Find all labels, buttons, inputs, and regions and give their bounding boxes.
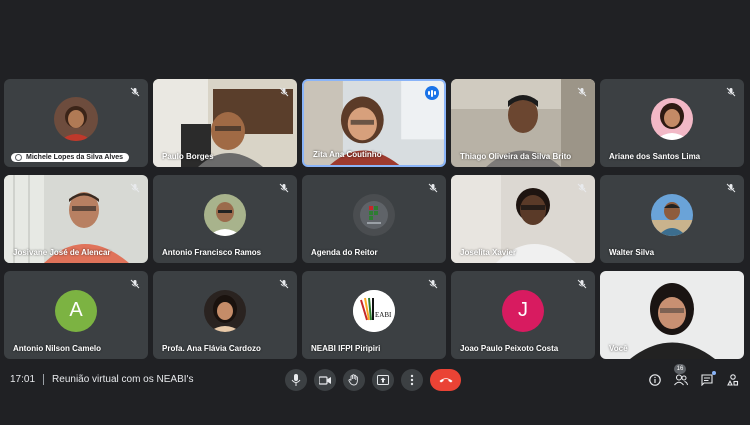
mic-off-icon [279, 87, 289, 97]
participant-tile[interactable]: Michele Lopes da Silva Alves [4, 79, 148, 167]
participant-tile[interactable]: Thiago Oliveira da Silva Brito [451, 79, 595, 167]
raise-hand-button[interactable] [343, 369, 365, 391]
end-call-button[interactable] [430, 369, 461, 391]
participant-name: Ariane dos Santos Lima [609, 152, 701, 161]
participant-tile[interactable]: Joselita Xavier [451, 175, 595, 263]
participant-name: Zita Ana Coutinho [313, 150, 382, 159]
participant-tile[interactable]: A Antonio Nilson Camelo [4, 271, 148, 359]
participant-name: Você [609, 344, 628, 353]
participant-avatar [204, 289, 246, 332]
self-view-tile[interactable]: Você [600, 271, 744, 359]
participant-tile[interactable]: Paulo Borges [153, 79, 297, 167]
present-screen-icon [377, 375, 389, 385]
mic-off-icon [428, 183, 438, 193]
end-call-icon [439, 378, 452, 383]
participant-name: Antonio Francisco Ramos [162, 248, 262, 257]
participant-tile[interactable]: Agenda do Reitor [302, 175, 446, 263]
speaking-indicator-icon [425, 86, 439, 100]
microphone-button[interactable] [285, 369, 307, 391]
participant-tile[interactable]: Josivane José de Alencar [4, 175, 148, 263]
pin-icon [15, 154, 22, 161]
participant-grid: Michele Lopes da Silva Alves Paulo Borge… [4, 79, 746, 359]
mic-off-icon [428, 279, 438, 289]
participant-name: Joao Paulo Peixoto Costa [460, 344, 559, 353]
mic-off-icon [726, 183, 736, 193]
participant-name: Josivane José de Alencar [13, 248, 111, 257]
participant-initial-avatar: A [55, 289, 97, 332]
divider [43, 374, 45, 385]
mic-off-icon [279, 279, 289, 289]
mic-off-icon [279, 183, 289, 193]
meeting-details-button[interactable] [648, 373, 662, 387]
mic-off-icon [577, 87, 587, 97]
participant-tile[interactable]: Ariane dos Santos Lima [600, 79, 744, 167]
present-screen-button[interactable] [372, 369, 394, 391]
mic-off-icon [577, 279, 587, 289]
raise-hand-icon [348, 374, 358, 386]
mic-off-icon [130, 87, 140, 97]
side-panel-controls: 16 [648, 364, 740, 387]
people-button[interactable]: 16 [674, 364, 688, 387]
participant-name-pinned: Michele Lopes da Silva Alves [11, 153, 130, 162]
participant-avatar [651, 193, 693, 236]
activities-icon [727, 374, 739, 386]
participant-avatar [204, 193, 246, 236]
participant-tile[interactable]: EABI NEABI IFPI Piripiri [302, 271, 446, 359]
chat-notification-dot [712, 371, 716, 375]
participant-name: Walter Silva [609, 248, 655, 257]
participant-tile[interactable]: J Joao Paulo Peixoto Costa [451, 271, 595, 359]
meeting-toolbar: 17:01 Reunião virtual com os NEABI's 16 [0, 362, 750, 402]
participant-avatar [54, 96, 98, 141]
participant-avatar-logo [353, 193, 395, 236]
svg-text:EABI: EABI [375, 311, 392, 319]
mic-icon [291, 374, 301, 386]
participant-name: Thiago Oliveira da Silva Brito [460, 152, 572, 161]
participant-tile[interactable]: Profa. Ana Flávia Cardozo [153, 271, 297, 359]
participant-name: Michele Lopes da Silva Alves [26, 154, 124, 161]
participant-avatar [651, 97, 693, 140]
camera-button[interactable] [314, 369, 336, 391]
participant-tile[interactable]: Antonio Francisco Ramos [153, 175, 297, 263]
participant-tile-active-speaker[interactable]: Zita Ana Coutinho [302, 79, 446, 167]
meeting-title: Reunião virtual com os NEABI's [52, 374, 194, 385]
activities-button[interactable] [726, 373, 740, 387]
participant-tile[interactable]: Walter Silva [600, 175, 744, 263]
participant-name: Agenda do Reitor [311, 248, 378, 257]
call-controls [285, 369, 461, 391]
meeting-info: 17:01 Reunião virtual com os NEABI's [10, 374, 193, 385]
people-icon [674, 374, 688, 386]
participant-name: Antonio Nilson Camelo [13, 344, 101, 353]
more-options-icon [410, 374, 414, 386]
info-icon [649, 374, 661, 386]
participant-name: Paulo Borges [162, 152, 214, 161]
chat-button[interactable] [700, 371, 716, 387]
camera-icon [319, 375, 331, 385]
mic-off-icon [726, 87, 736, 97]
participant-name: NEABI IFPI Piripiri [311, 344, 381, 353]
mic-off-icon [130, 279, 140, 289]
participant-name: Profa. Ana Flávia Cardozo [162, 344, 261, 353]
chat-icon [701, 374, 713, 386]
more-options-button[interactable] [401, 369, 423, 391]
people-count-badge: 16 [674, 364, 686, 374]
mic-off-icon [577, 183, 587, 193]
participant-name: Joselita Xavier [460, 248, 517, 257]
mic-off-icon [130, 183, 140, 193]
participant-avatar-logo: EABI [353, 289, 395, 332]
participant-initial-avatar: J [502, 289, 544, 332]
meeting-time: 17:01 [10, 374, 36, 385]
